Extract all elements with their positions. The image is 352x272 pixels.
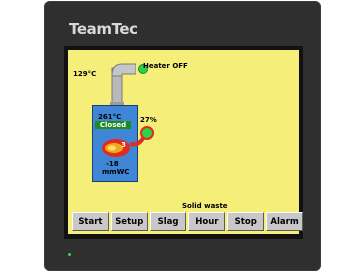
mode-label: Solid waste	[182, 202, 228, 210]
heater-temp-label: 129°C	[73, 70, 97, 78]
display-bezel: 129°C Heater OFF 261°C Closed 3 27% -18 …	[64, 46, 303, 239]
hmi-device: TeamTec 129°C Heater OFF 261°C Closed 3	[44, 1, 321, 271]
setup-button[interactable]: Setup	[110, 212, 148, 231]
tank-status-badge: Closed	[95, 121, 131, 129]
lcd-screen: 129°C Heater OFF 261°C Closed 3 27% -18 …	[68, 50, 303, 234]
start-button[interactable]: Start	[72, 212, 109, 231]
hour-button[interactable]: Hour	[188, 212, 226, 231]
pressure-value-label: -18	[106, 160, 119, 168]
alarm-button[interactable]: Alarm	[266, 212, 303, 231]
stop-button[interactable]: Stop	[227, 212, 265, 231]
brand-logo: TeamTec	[69, 20, 138, 38]
heater-status-label: Heater OFF	[143, 62, 188, 70]
burner-level-label: 3	[121, 141, 126, 149]
power-led-icon	[68, 253, 71, 256]
pressure-unit-label: mmWC	[102, 168, 130, 176]
tank-temp-label: 261°C	[98, 113, 122, 121]
burner-connector-icon	[129, 126, 154, 147]
slag-button[interactable]: Slag	[149, 212, 187, 231]
chimney-pipe-icon	[110, 63, 136, 106]
burner-percent-label: 27%	[140, 116, 157, 124]
function-key-bar: Start Setup Slag Hour Stop Alarm	[72, 212, 303, 231]
